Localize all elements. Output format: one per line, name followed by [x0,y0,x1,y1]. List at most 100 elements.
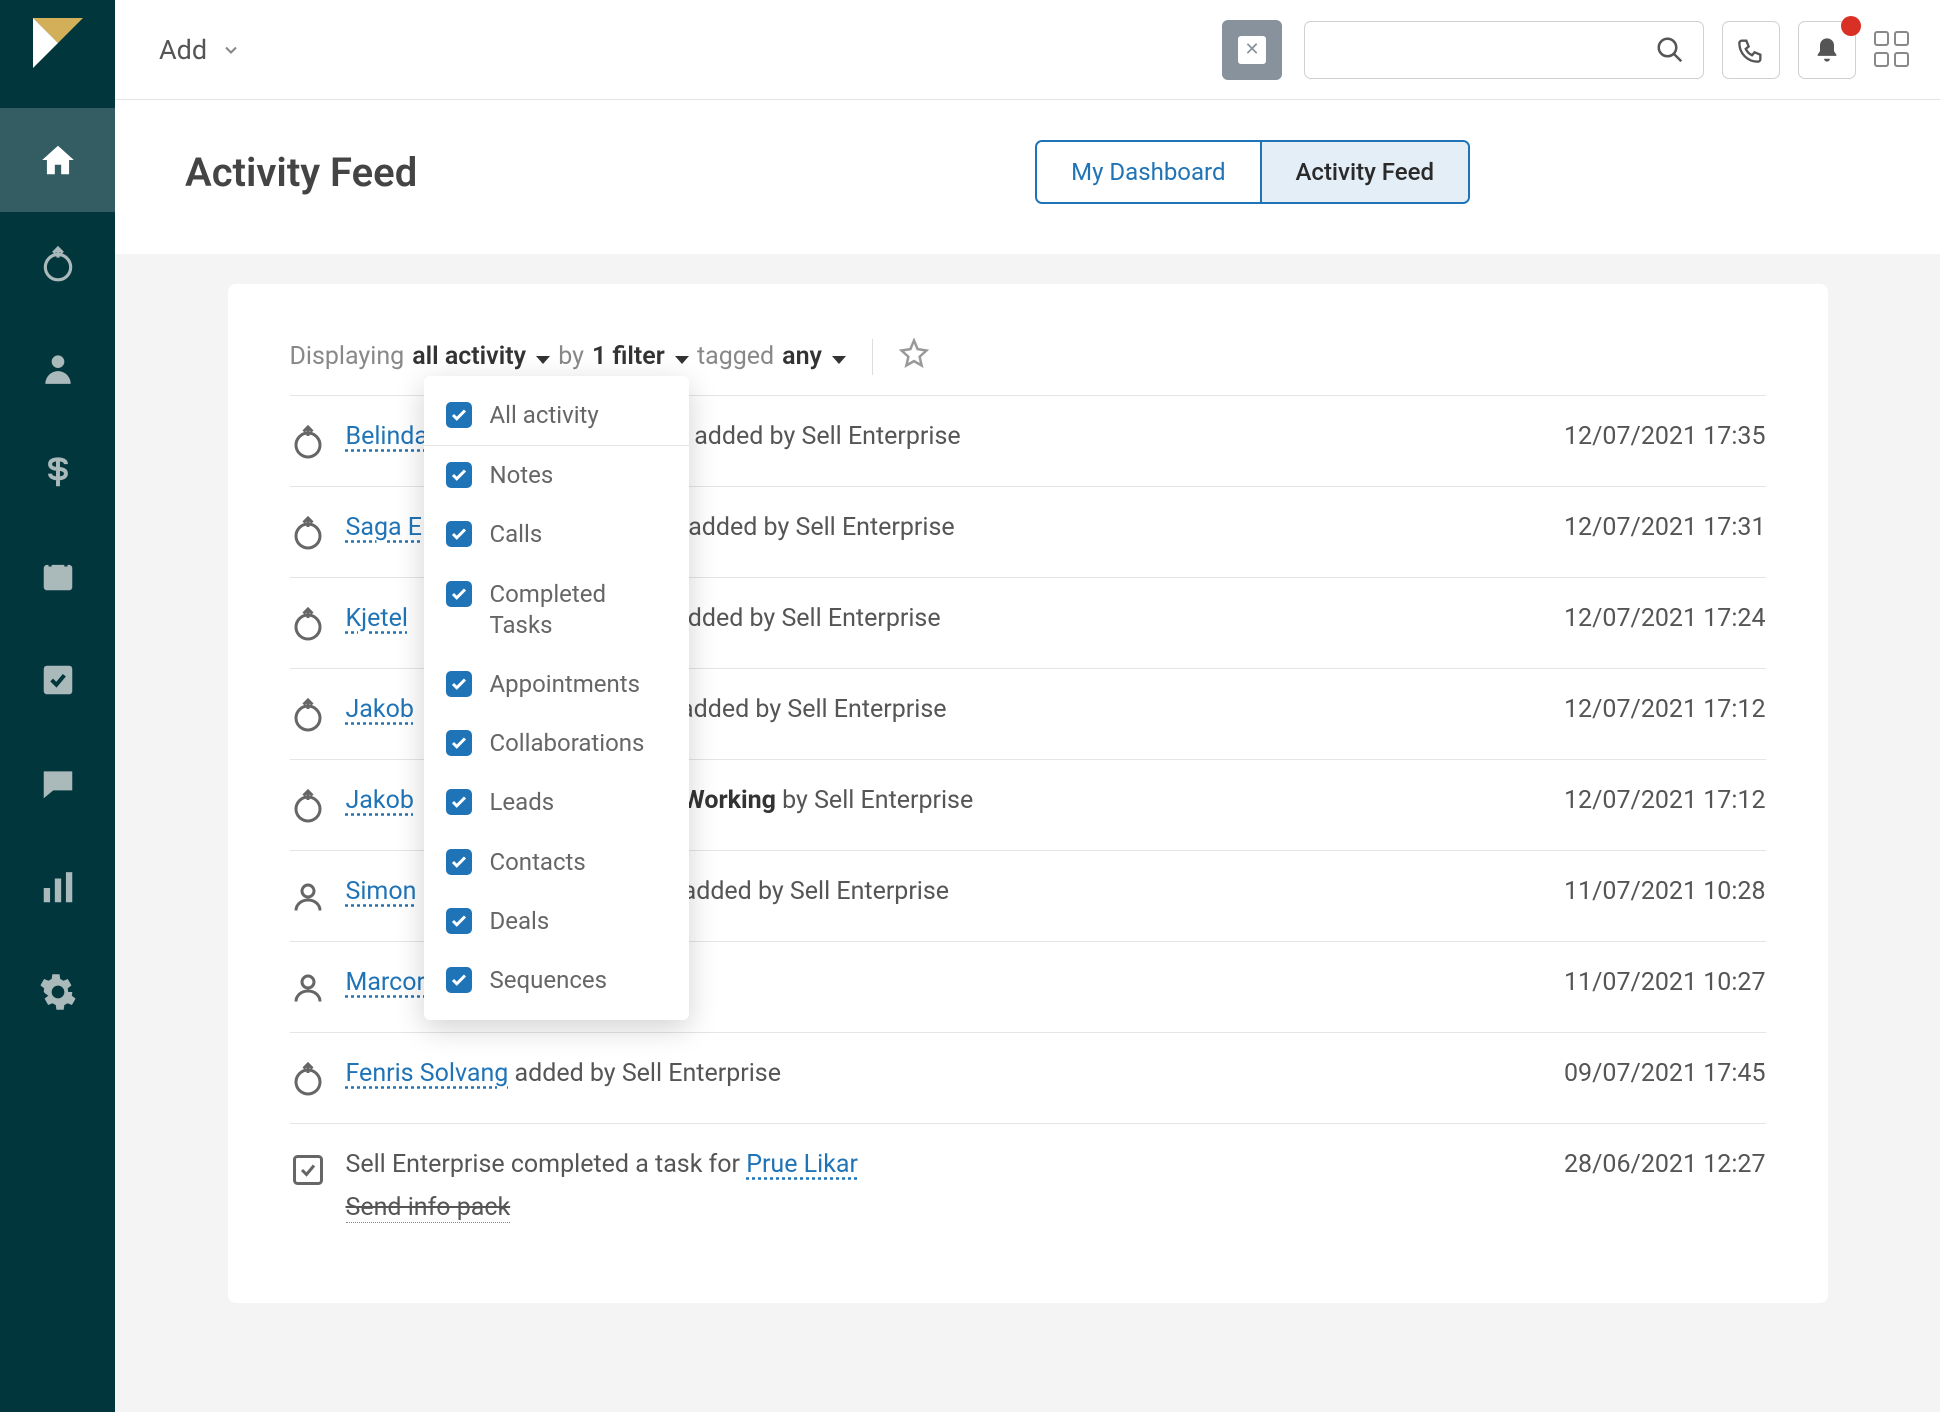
filter-tag-dropdown[interactable]: any [782,342,846,371]
caret-down-icon [675,356,689,364]
notification-dot [1841,16,1861,36]
page-title: Activity Feed [185,149,417,196]
main: Add ✕ Activity Feed [115,0,1940,1412]
feed-text: added by Sell Enterprise [674,695,947,724]
tab-dashboard[interactable]: My Dashboard [1037,142,1259,202]
feed-link[interactable]: Simon [346,877,417,906]
chevron-down-icon [221,40,241,60]
caret-down-icon [832,356,846,364]
checkbox-checked[interactable] [446,908,472,934]
lead-icon [290,606,326,642]
tab-activity[interactable]: Activity Feed [1260,142,1469,202]
checkbox-checked[interactable] [446,967,472,993]
close-panel-button[interactable]: ✕ [1222,20,1282,80]
dropdown-deals[interactable]: Deals [424,892,689,951]
checkbox-checked[interactable] [446,521,472,547]
feed-time: 12/07/2021 17:24 [1564,604,1766,633]
add-label: Add [159,34,207,66]
search-input[interactable] [1304,21,1704,79]
filter-activity-dropdown[interactable]: all activity [412,342,550,371]
page-header: Activity Feed My Dashboard Activity Feed [115,100,1940,254]
lead-icon [290,515,326,551]
dropdown-sequences[interactable]: Sequences [424,951,689,1010]
dropdown-all-activity[interactable]: All activity [424,386,689,446]
feed-time: 11/07/2021 10:27 [1564,968,1766,997]
dropdown-calls[interactable]: Calls [424,505,689,564]
apps-button[interactable] [1874,31,1912,69]
phone-icon [1737,36,1765,64]
filter-tagged: tagged [697,342,774,371]
dropdown-collaborations[interactable]: Collaborations [424,714,689,773]
feed-time: 12/07/2021 17:35 [1564,422,1766,451]
favorite-button[interactable] [899,338,929,375]
sidebar-leads[interactable] [0,212,115,316]
sidebar-home[interactable] [0,108,115,212]
feed-row: Fenris Solvang added by Sell Enterprise … [290,1033,1766,1124]
feed-time: 28/06/2021 12:27 [1564,1150,1766,1179]
dropdown-leads[interactable]: Leads [424,773,689,832]
lead-icon [290,697,326,733]
feed-text: Sell Enterprise completed a task for [346,1150,747,1179]
notifications-button[interactable] [1798,21,1856,79]
feed-time: 12/07/2021 17:12 [1564,695,1766,724]
dropdown-notes[interactable]: Notes [424,446,689,505]
sidebar-contacts[interactable] [0,316,115,420]
activity-card: Displaying all activity by 1 filter tagg… [228,284,1828,1303]
lead-icon [290,1061,326,1097]
feed-link[interactable]: Saga E [346,513,423,542]
checkbox-checked[interactable] [446,402,472,428]
checkbox-checked[interactable] [446,789,472,815]
content: Displaying all activity by 1 filter tagg… [115,254,1940,1412]
checkbox-checked[interactable] [446,730,472,756]
dropdown-completed-tasks[interactable]: Completed Tasks [424,565,689,655]
feed-text: added by Sell Enterprise [682,513,955,542]
feed-link[interactable]: Fenris Solvang [346,1059,509,1088]
caret-down-icon [536,356,550,364]
dropdown-contacts[interactable]: Contacts [424,833,689,892]
close-icon: ✕ [1238,36,1266,64]
feed-link[interactable]: Prue Likar [746,1150,858,1179]
filter-displaying: Displaying [290,342,405,371]
topbar: Add ✕ [115,0,1940,100]
feed-text: by Sell Enterprise [776,786,973,815]
feed-text: added by Sell Enterprise [508,1059,781,1088]
task-icon [290,1152,326,1188]
dropdown-appointments[interactable]: Appointments [424,655,689,714]
feed-link[interactable]: Marcor [346,968,425,997]
checkbox-checked[interactable] [446,671,472,697]
feed-text: added by Sell Enterprise [688,422,961,451]
checkbox-checked[interactable] [446,581,472,607]
sidebar-tasks[interactable] [0,628,115,732]
feed-text: added by Sell Enterprise [676,877,949,906]
star-icon [899,338,929,368]
contact-icon [290,970,326,1006]
sidebar [0,0,115,1412]
filter-by: by [558,342,584,371]
task-name[interactable]: Send info pack [346,1193,511,1223]
feed-time: 11/07/2021 10:28 [1564,877,1766,906]
feed-time: 09/07/2021 17:45 [1564,1059,1766,1088]
filter-owner-dropdown[interactable]: 1 filter [592,342,689,371]
sidebar-calendar[interactable] [0,524,115,628]
checkbox-checked[interactable] [446,462,472,488]
feed-row: Sell Enterprise completed a task for Pru… [290,1124,1766,1249]
activity-type-dropdown: All activity Notes Calls Completed Tasks [424,376,689,1020]
tab-group: My Dashboard Activity Feed [1035,140,1470,204]
phone-button[interactable] [1722,21,1780,79]
feed-link[interactable]: Belinda [346,422,429,451]
lead-icon [290,788,326,824]
sidebar-settings[interactable] [0,940,115,1044]
sidebar-comms[interactable] [0,732,115,836]
checkbox-checked[interactable] [446,849,472,875]
lead-icon [290,424,326,460]
feed-link[interactable]: Jakob [346,786,414,815]
feed-link[interactable]: Kjetel [346,604,408,633]
sidebar-reports[interactable] [0,836,115,940]
search-icon [1655,35,1685,65]
feed-link[interactable]: Jakob [346,695,414,724]
feed-text: added by Sell Enterprise [668,604,941,633]
add-button[interactable]: Add [143,24,257,76]
sidebar-deals[interactable] [0,420,115,524]
contact-icon [290,879,326,915]
bell-icon [1813,36,1841,64]
